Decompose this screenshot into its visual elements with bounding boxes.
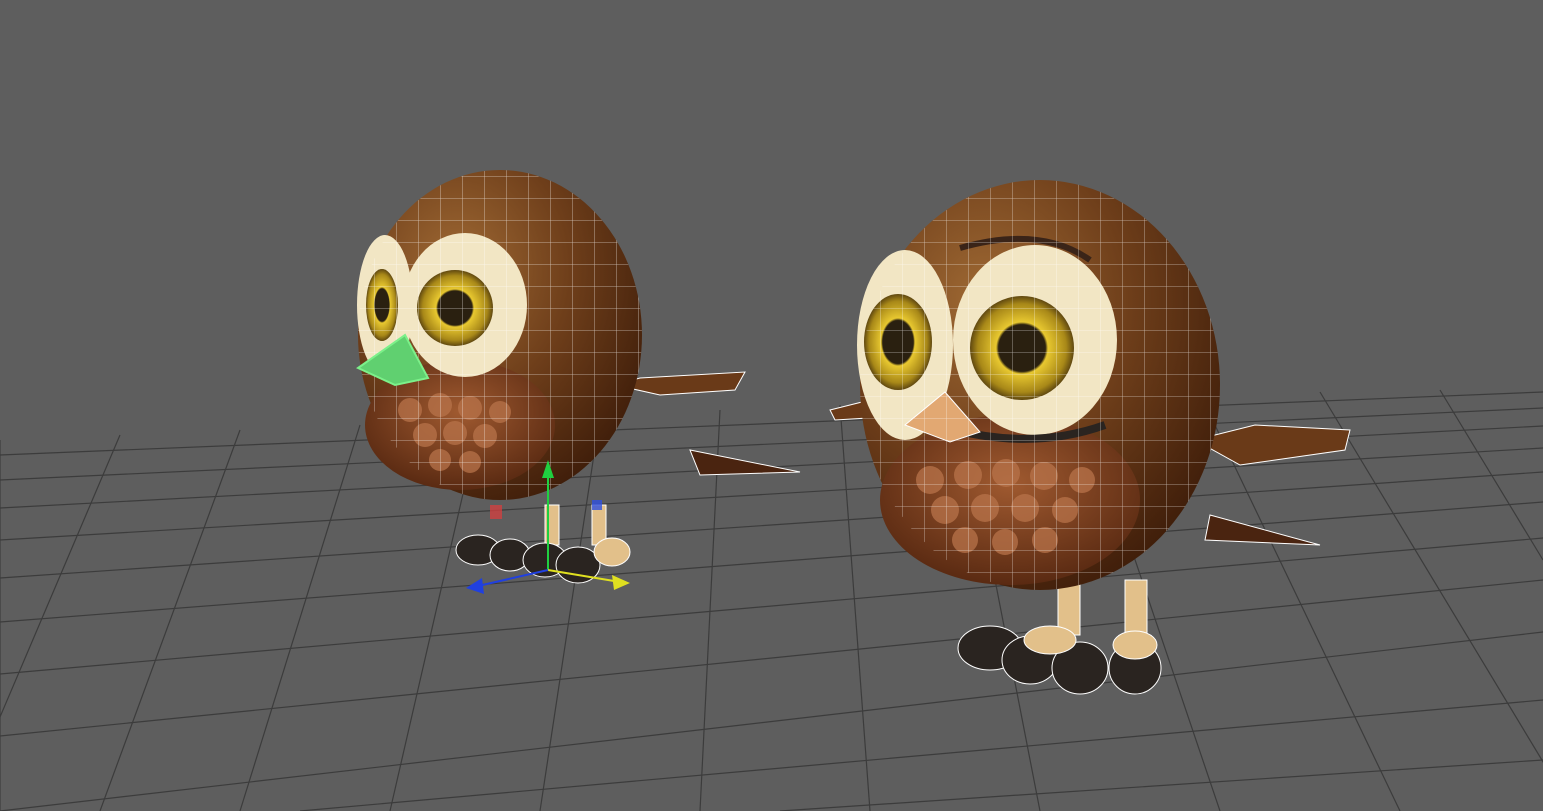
- owl-selected[interactable]: [356, 170, 801, 584]
- owl-wireframe: [358, 170, 642, 500]
- gizmo-center-handle[interactable]: [490, 505, 502, 519]
- owl-tail: [689, 449, 801, 476]
- owl2-wireframe: [860, 180, 1220, 590]
- 3d-viewport[interactable]: [0, 0, 1543, 811]
- owl2-tail: [1204, 514, 1321, 546]
- owl-unselected[interactable]: [829, 180, 1351, 695]
- gizmo-plane-handle[interactable]: [592, 500, 602, 510]
- owl2-feet: [957, 579, 1162, 695]
- gizmo-x-arrow[interactable]: [612, 575, 630, 590]
